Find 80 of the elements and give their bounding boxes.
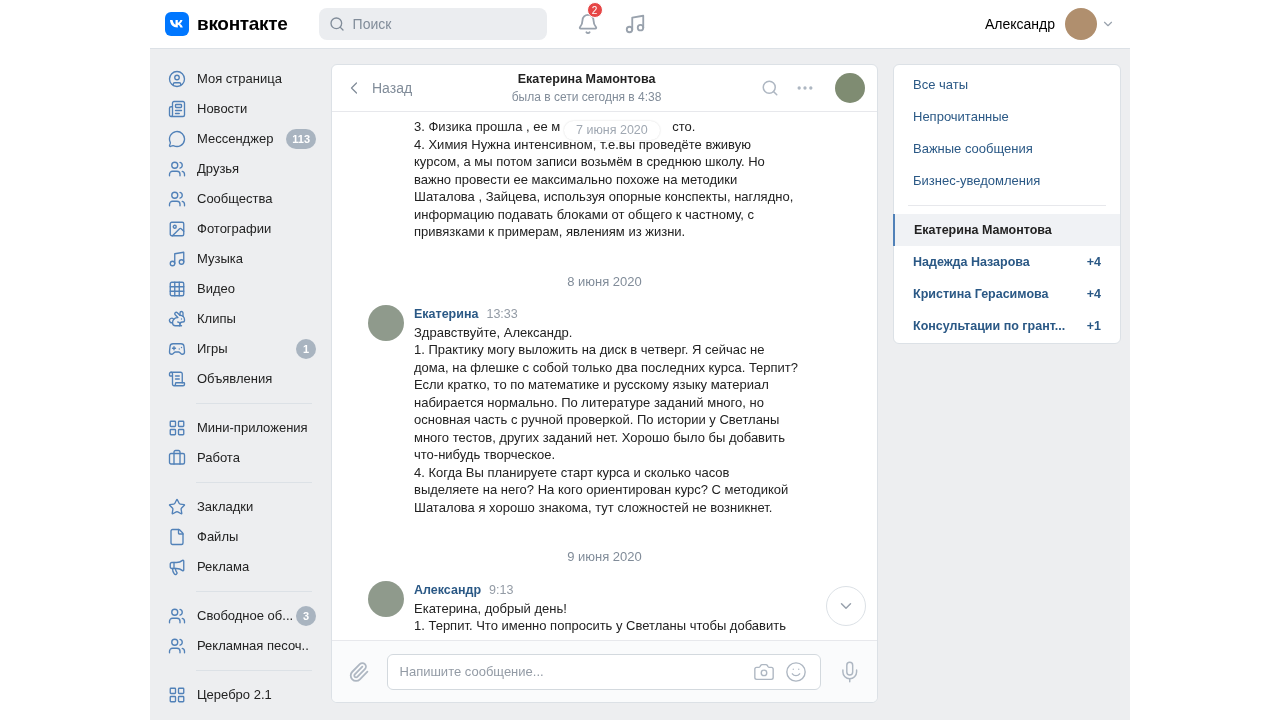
user-name[interactable]: Александр <box>984 13 1055 35</box>
message-text: Здравствуйте, Александр. 1. Практику могу выложить на диск в четверг. Я сейчас не дома, на флешке с собой только два последних курса. Терпит? Если кратко, то по математике и русскому языку материал набирается нормально. По литературе заданий много, но основная часть с ручной проверкой. По истории у Светланы много тестов, других заданий нет. Хорошо было бы добавить что-нибудь творческое. 4. Когда Вы планируете старт курса и сколько часов выделяете на него? На кого ориентирован курс? С методикой Шаталова я хорошо знакома, тут сложностей не возникнет. <box>414 323 799 517</box>
notification-badge: 2 <box>586 2 603 18</box>
date-divider: 8 июня 2020 <box>567 272 642 291</box>
filter-link[interactable]: Непрочитанные <box>913 107 1009 127</box>
people-icon <box>168 607 186 625</box>
megaphone-icon <box>168 558 186 576</box>
sidebar-link[interactable]: Новости <box>197 99 248 119</box>
sidebar-link[interactable]: Игры <box>197 339 228 359</box>
sidebar-link[interactable]: Реклама <box>197 557 250 577</box>
smiley-icon[interactable] <box>784 660 807 683</box>
message-input[interactable]: Напишите сообщение... <box>386 653 821 690</box>
count-badge: 3 <box>296 606 316 626</box>
chat-list-item[interactable]: Консультации по грант... +1 <box>894 310 1120 342</box>
filter-link[interactable]: Бизнес-уведомления <box>913 171 1041 191</box>
scroll-down-button[interactable] <box>826 586 866 626</box>
chat-title: Екатерина Мамонтова <box>517 70 656 88</box>
sidebar-link[interactable]: Мессенджер <box>197 129 274 149</box>
sidebar-link[interactable]: Мини-приложения <box>197 418 308 438</box>
chat-list-item[interactable]: Екатерина Мамонтова <box>893 214 1120 246</box>
logo-icon <box>165 12 189 36</box>
music-note-icon <box>168 250 186 268</box>
briefcase-icon <box>168 449 186 467</box>
user-icon <box>168 70 186 88</box>
author-name[interactable]: Александр <box>414 580 482 600</box>
search-icon <box>328 16 345 32</box>
chat-status: была в сети сегодня в 4:38 <box>511 89 662 107</box>
sidebar-link[interactable]: Сообщества <box>197 189 273 209</box>
gamepad-icon <box>168 340 186 358</box>
contact-avatar[interactable] <box>835 73 865 103</box>
file-icon <box>168 528 186 546</box>
filter-link[interactable]: Все чаты <box>913 75 969 95</box>
list-icon <box>168 370 186 388</box>
filter-link[interactable]: Важные сообщения <box>913 139 1033 159</box>
message-text: 3. Физика прошла , ее м <box>414 118 561 136</box>
grid-icon <box>168 419 186 437</box>
people-icon <box>168 160 186 178</box>
chat-bubble-icon <box>168 130 186 148</box>
people-icon <box>168 190 186 208</box>
message-time: 13:33 <box>486 306 518 323</box>
bunny-icon <box>168 310 186 328</box>
sidebar-link[interactable]: Рекламная песоч.. <box>197 636 309 656</box>
people-icon <box>168 637 186 655</box>
sidebar-link[interactable]: Церебро 2.1 <box>197 685 272 705</box>
sidebar-link[interactable]: Фотографии <box>197 219 272 239</box>
author-name[interactable]: Екатерина <box>414 305 479 324</box>
sidebar-link[interactable]: Закладки <box>197 497 254 517</box>
news-icon <box>168 100 186 118</box>
message-text: Екатерина, добрый день! 1. Терпит. Что именно попросить у Светланы чтобы добавить <box>414 599 786 635</box>
floating-date: 7 июня 2020 <box>564 121 660 140</box>
sidebar-link[interactable]: Моя страница <box>197 69 282 89</box>
chat-list-item[interactable]: Кристина Герасимова +4 <box>894 278 1120 310</box>
user-avatar[interactable] <box>1065 8 1097 40</box>
bell-icon[interactable] <box>576 13 599 35</box>
avatar <box>368 305 404 341</box>
search-field[interactable]: Поиск <box>318 8 547 40</box>
count-badge: 113 <box>286 129 316 149</box>
grid-icon <box>168 686 186 704</box>
sidebar-link[interactable]: Свободное об... <box>197 606 294 626</box>
image-icon <box>168 220 186 238</box>
count-badge: 1 <box>296 339 316 359</box>
dotted-square-icon <box>168 280 186 298</box>
sidebar-link[interactable]: Работа <box>197 448 240 468</box>
sidebar-link[interactable]: Клипы <box>197 309 236 329</box>
star-icon <box>168 498 186 516</box>
sidebar-link[interactable]: Друзья <box>197 159 240 179</box>
chat-list-item[interactable]: Надежда Назарова +4 <box>894 246 1120 278</box>
date-divider: 9 июня 2020 <box>567 548 642 567</box>
paperclip-icon[interactable] <box>348 660 370 683</box>
sidebar-link[interactable]: Видео <box>197 279 235 299</box>
logo-text[interactable]: вконтакте <box>197 9 288 39</box>
search-icon[interactable] <box>761 79 779 97</box>
sidebar-link[interactable]: Файлы <box>197 527 239 547</box>
avatar <box>368 580 404 617</box>
music-note-icon[interactable] <box>623 13 646 35</box>
message-text: сто. <box>672 118 696 136</box>
back-button[interactable]: Назад <box>344 77 413 99</box>
sidebar-link[interactable]: Объявления <box>197 369 273 389</box>
message-time: 9:13 <box>489 581 514 599</box>
sidebar-link[interactable]: Музыка <box>197 249 243 269</box>
